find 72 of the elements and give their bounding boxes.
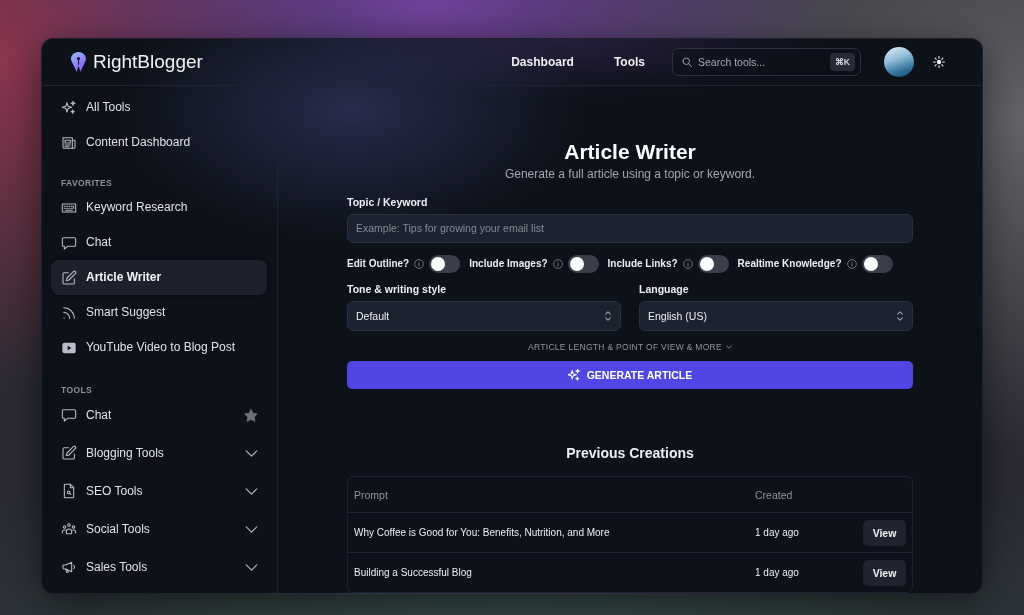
option-label: Include Links? bbox=[607, 256, 678, 271]
sun-icon[interactable] bbox=[933, 56, 945, 68]
toggle-switch[interactable] bbox=[697, 254, 729, 273]
sidebar-item[interactable]: Chat bbox=[51, 396, 267, 434]
info-icon[interactable] bbox=[682, 258, 693, 269]
nav-link[interactable]: Dashboard bbox=[511, 54, 574, 70]
info-icon[interactable] bbox=[414, 258, 425, 269]
option-label: Realtime Knowledge? bbox=[737, 256, 842, 271]
avatar[interactable] bbox=[884, 47, 914, 77]
toggle-switch[interactable] bbox=[429, 254, 461, 273]
page-subtitle: Generate a full article using a topic or keyword. bbox=[503, 166, 757, 182]
table-cell-text: Building a Successful Blog bbox=[354, 565, 473, 580]
rss-icon bbox=[61, 304, 77, 321]
section-heading: FAVORITES bbox=[61, 177, 114, 190]
table-cell-text: 1 day ago bbox=[755, 565, 800, 580]
chevron-down-icon[interactable] bbox=[245, 449, 258, 457]
view-button[interactable]: View bbox=[863, 559, 906, 586]
sidebar-item[interactable]: All Tools bbox=[51, 90, 267, 125]
chat-bubble-icon bbox=[61, 407, 77, 423]
field-label: Topic / Keyword bbox=[347, 195, 428, 209]
option-label: Include Images? bbox=[469, 256, 548, 271]
chevron-down-icon[interactable] bbox=[245, 525, 258, 533]
sparkles-icon bbox=[61, 99, 77, 116]
people-group-icon bbox=[61, 521, 77, 537]
language-select[interactable]: English (US) bbox=[639, 301, 913, 332]
chevron-up-down-icon bbox=[605, 311, 611, 322]
table-cell-text: Why Coffee is Good for You: Benefits, Nutrition, and More bbox=[354, 525, 611, 540]
sidebar-item[interactable]: Sales Tools bbox=[51, 548, 267, 586]
chevron-down-icon[interactable] bbox=[245, 563, 258, 571]
brand-name: RightBlogger bbox=[93, 51, 203, 73]
star-icon[interactable] bbox=[244, 408, 258, 422]
field-label: Language bbox=[639, 282, 690, 297]
column-header: Prompt bbox=[354, 487, 389, 502]
sidebar-item[interactable]: Smart Suggest bbox=[51, 295, 267, 330]
newspaper-icon bbox=[61, 134, 77, 151]
logo-icon bbox=[70, 51, 87, 73]
nav-link[interactable]: Tools bbox=[613, 54, 645, 70]
column-header: Created bbox=[755, 487, 794, 502]
sidebar-item[interactable]: Blogging Tools bbox=[51, 434, 267, 472]
page-title: Article Writer bbox=[563, 139, 697, 165]
pencil-square-icon bbox=[61, 269, 77, 286]
sidebar-item[interactable]: Content Dashboard bbox=[51, 125, 267, 160]
view-button[interactable]: View bbox=[863, 519, 906, 546]
table-cell-text: 1 day ago bbox=[755, 525, 800, 540]
shortcut-key: ⌘K bbox=[829, 53, 855, 71]
sparkles-icon bbox=[567, 369, 580, 382]
field-label: Tone & writing style bbox=[347, 282, 447, 297]
megaphone-icon bbox=[61, 559, 77, 575]
more-options-toggle[interactable]: ARTICLE LENGTH & POINT OF VIEW & MORE bbox=[527, 340, 732, 355]
option-label: Edit Outline? bbox=[347, 256, 410, 271]
chat-bubble-icon bbox=[61, 234, 77, 251]
info-icon[interactable] bbox=[846, 258, 857, 269]
pencil-square-icon bbox=[61, 445, 77, 461]
toggle-switch[interactable] bbox=[861, 254, 893, 273]
topic-input[interactable]: Example: Tips for growing your email list bbox=[347, 214, 913, 243]
sidebar-item[interactable]: Keyword Research bbox=[51, 190, 267, 225]
document-search-icon bbox=[61, 483, 77, 499]
sidebar-item[interactable]: SEO Tools bbox=[51, 472, 267, 510]
sidebar-item[interactable]: Article Writer bbox=[51, 260, 267, 295]
sidebar-item[interactable]: YouTube Video to Blog Post bbox=[51, 330, 267, 365]
search-icon bbox=[682, 57, 692, 67]
generate-button[interactable]: GENERATE ARTICLE bbox=[347, 361, 913, 389]
tone-select[interactable]: Default bbox=[347, 301, 621, 332]
info-icon[interactable] bbox=[552, 258, 563, 269]
sidebar-item[interactable]: Social Tools bbox=[51, 510, 267, 548]
section-heading: TOOLS bbox=[61, 384, 94, 396]
chevron-down-icon bbox=[726, 345, 732, 350]
chevron-up-down-icon bbox=[897, 311, 903, 322]
toggle-switch[interactable] bbox=[567, 254, 599, 273]
section-title: Previous Creations bbox=[565, 444, 695, 462]
chevron-down-icon[interactable] bbox=[245, 487, 258, 495]
sidebar-item[interactable]: Chat bbox=[51, 225, 267, 260]
